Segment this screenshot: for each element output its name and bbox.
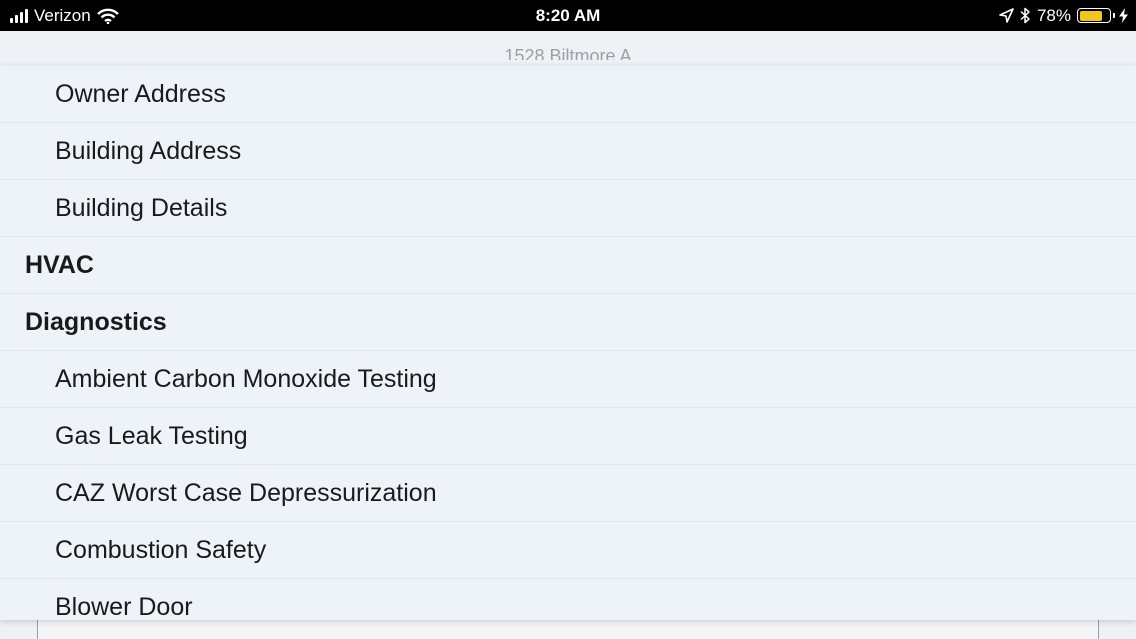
battery-percent: 78%: [1036, 5, 1071, 25]
menu-item-label: Owner Address: [55, 79, 226, 108]
menu-item-owner-address[interactable]: Owner Address: [0, 65, 1136, 122]
menu-item-label: Blower Door: [55, 592, 193, 621]
menu-item-caz-worst-case-depressurization[interactable]: CAZ Worst Case Depressurization: [0, 464, 1136, 521]
battery-fill: [1079, 10, 1103, 21]
menu-item-ambient-carbon-monoxide-testing[interactable]: Ambient Carbon Monoxide Testing: [0, 350, 1136, 407]
section-dropdown-menu[interactable]: Owner Address Building Address Building De…: [0, 65, 1136, 620]
menu-item-diagnostics[interactable]: Diagnostics: [0, 293, 1136, 350]
menu-item-building-address[interactable]: Building Address: [0, 122, 1136, 179]
menu-item-label: Combustion Safety: [55, 535, 267, 564]
status-bar: Verizon 8:20 AM 78%: [0, 0, 1136, 31]
status-right: 78%: [999, 0, 1128, 31]
menu-item-label: Ambient Carbon Monoxide Testing: [55, 364, 437, 393]
menu-item-blower-door[interactable]: Blower Door: [0, 578, 1136, 620]
background-frame: [37, 620, 1099, 639]
menu-item-combustion-safety[interactable]: Combustion Safety: [0, 521, 1136, 578]
menu-item-label: Gas Leak Testing: [55, 421, 248, 450]
bluetooth-icon: [1020, 7, 1030, 24]
menu-item-hvac[interactable]: HVAC: [0, 236, 1136, 293]
menu-item-label: Diagnostics: [25, 307, 167, 336]
battery-icon: [1077, 8, 1115, 23]
menu-item-label: Building Address: [55, 136, 242, 165]
charging-icon: [1119, 8, 1128, 23]
location-icon: [999, 8, 1014, 23]
menu-item-building-details[interactable]: Building Details: [0, 179, 1136, 236]
menu-item-gas-leak-testing[interactable]: Gas Leak Testing: [0, 407, 1136, 464]
menu-item-label: CAZ Worst Case Depressurization: [55, 478, 437, 507]
menu-item-label: HVAC: [25, 250, 94, 279]
status-time: 8:20 AM: [535, 6, 601, 25]
menu-item-label: Building Details: [55, 193, 228, 222]
background-page-title: 1528 Biltmore A: [504, 46, 632, 60]
